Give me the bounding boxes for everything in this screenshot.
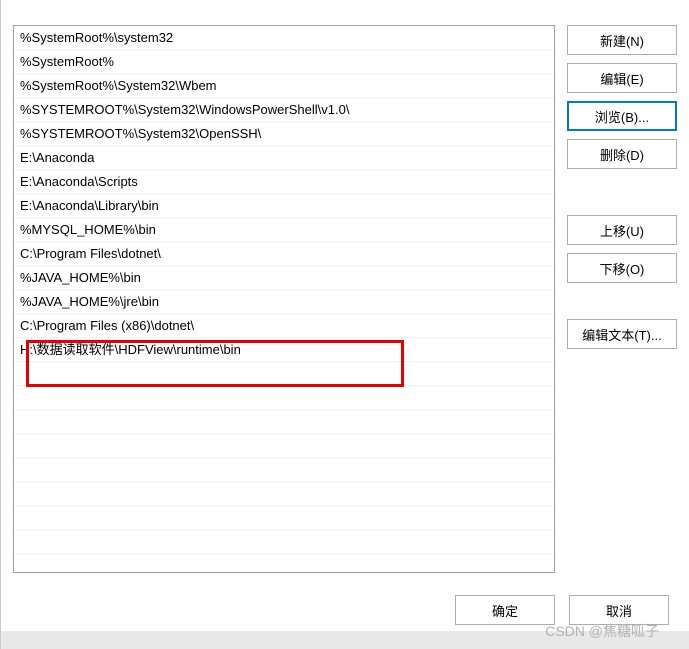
spacer — [567, 291, 677, 311]
path-row[interactable]: %SystemRoot% — [14, 50, 554, 74]
ok-button[interactable]: 确定 — [455, 595, 555, 625]
spacer — [567, 177, 677, 207]
path-row-empty[interactable] — [14, 506, 554, 530]
move-up-button[interactable]: 上移(U) — [567, 215, 677, 245]
path-row-empty[interactable] — [14, 362, 554, 386]
path-row[interactable]: C:\Program Files (x86)\dotnet\ — [14, 314, 554, 338]
path-row-empty[interactable] — [14, 482, 554, 506]
edit-text-button[interactable]: 编辑文本(T)... — [567, 319, 677, 349]
path-row-empty[interactable] — [14, 530, 554, 554]
path-row[interactable]: %SYSTEMROOT%\System32\WindowsPowerShell\… — [14, 98, 554, 122]
browse-button[interactable]: 浏览(B)... — [567, 101, 677, 131]
path-row[interactable]: %SystemRoot%\System32\Wbem — [14, 74, 554, 98]
path-row-empty[interactable] — [14, 434, 554, 458]
edit-button[interactable]: 编辑(E) — [567, 63, 677, 93]
content-area: %SystemRoot%\system32%SystemRoot%%System… — [13, 5, 677, 573]
path-row-empty[interactable] — [14, 386, 554, 410]
path-row[interactable]: E:\Anaconda — [14, 146, 554, 170]
path-row[interactable]: H:\数据读取软件\HDFView\runtime\bin — [14, 338, 554, 362]
new-button[interactable]: 新建(N) — [567, 25, 677, 55]
path-row-empty[interactable] — [14, 458, 554, 482]
cancel-button[interactable]: 取消 — [569, 595, 669, 625]
path-row[interactable]: E:\Anaconda\Scripts — [14, 170, 554, 194]
path-row[interactable]: E:\Anaconda\Library\bin — [14, 194, 554, 218]
delete-button[interactable]: 删除(D) — [567, 139, 677, 169]
dialog-footer: 确定 取消 — [455, 595, 669, 625]
path-row[interactable]: %SYSTEMROOT%\System32\OpenSSH\ — [14, 122, 554, 146]
env-path-dialog: %SystemRoot%\system32%SystemRoot%%System… — [0, 0, 689, 649]
path-row[interactable]: C:\Program Files\dotnet\ — [14, 242, 554, 266]
decorative-shadow — [1, 631, 689, 649]
path-list[interactable]: %SystemRoot%\system32%SystemRoot%%System… — [13, 25, 555, 573]
path-row[interactable]: %JAVA_HOME%\jre\bin — [14, 290, 554, 314]
path-row-empty[interactable] — [14, 410, 554, 434]
path-row[interactable]: %SystemRoot%\system32 — [14, 26, 554, 50]
path-row[interactable]: %JAVA_HOME%\bin — [14, 266, 554, 290]
button-column: 新建(N) 编辑(E) 浏览(B)... 删除(D) 上移(U) 下移(O) 编… — [567, 25, 677, 573]
path-row[interactable]: %MYSQL_HOME%\bin — [14, 218, 554, 242]
move-down-button[interactable]: 下移(O) — [567, 253, 677, 283]
